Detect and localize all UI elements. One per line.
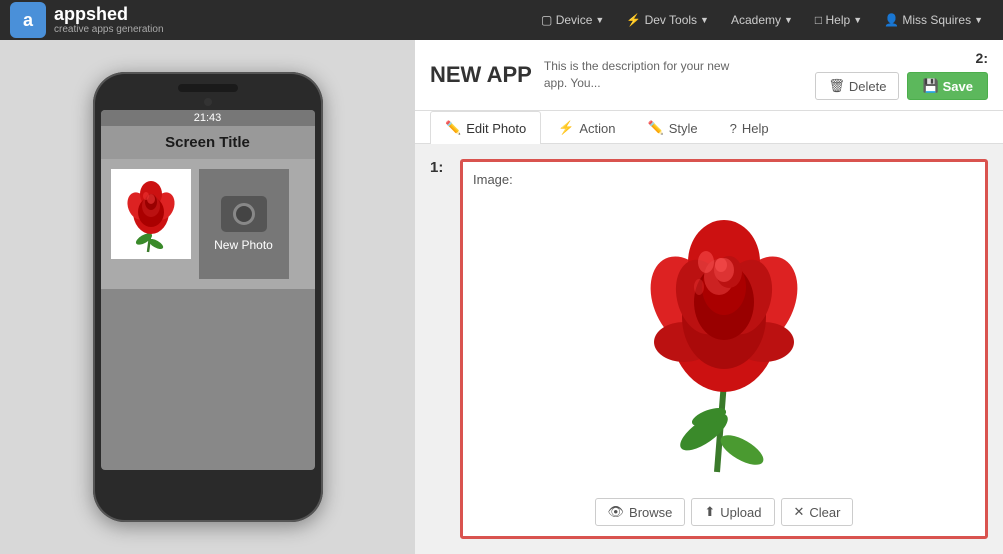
camera-icon <box>221 196 267 232</box>
phone-camera <box>204 98 212 106</box>
tab-action-label: Action <box>579 121 615 136</box>
action-buttons: 🗑 Delete 💾 Save <box>815 72 988 100</box>
tab-help[interactable]: ? Help <box>715 111 784 144</box>
step1-label: 1: <box>430 159 450 539</box>
logo-tagline: creative apps generation <box>54 24 164 35</box>
logo-name: appshed <box>54 5 164 25</box>
phone-speaker <box>178 84 238 92</box>
phone-screen: 21:43 Screen Title <box>101 110 315 470</box>
nav-user[interactable]: 👤 Miss Squires ▼ <box>874 7 993 33</box>
image-panel: Image: <box>460 159 988 539</box>
new-photo-label: New Photo <box>214 238 273 252</box>
tab-action[interactable]: ⚡ Action <box>543 111 630 144</box>
phone-content: New Photo <box>101 159 315 289</box>
app-title: NEW APP <box>430 62 532 88</box>
logo-text: appshed creative apps generation <box>54 5 164 36</box>
upload-button[interactable]: ⬆ Upload <box>691 498 774 526</box>
phone-status-bar: 21:43 <box>101 110 315 126</box>
trash-icon: 🗑 <box>828 78 845 94</box>
logo-icon: a <box>10 2 46 38</box>
step2-label: 2: <box>976 50 988 66</box>
help-caret: ▼ <box>853 15 862 25</box>
tab-edit-photo[interactable]: ✏️ Edit Photo <box>430 111 541 144</box>
style-icon: ✏️ <box>648 120 664 136</box>
tabs-bar: ✏️ Edit Photo ⚡ Action ✏️ Style ? Help <box>415 111 1003 144</box>
navbar: a appshed creative apps generation ▢ Dev… <box>0 0 1003 40</box>
app-header: NEW APP This is the description for your… <box>415 40 1003 111</box>
help-icon: ? <box>730 121 737 136</box>
rose-image-svg <box>624 202 824 482</box>
browse-button[interactable]: 👁 Browse <box>595 498 686 526</box>
delete-button[interactable]: 🗑 Delete <box>815 72 899 100</box>
user-caret: ▼ <box>974 15 983 25</box>
right-panel: NEW APP This is the description for your… <box>415 40 1003 554</box>
save-icon: 💾 <box>922 78 938 94</box>
edit-photo-content: 1: Image: <box>415 144 1003 554</box>
nav-academy[interactable]: Academy ▼ <box>721 7 803 33</box>
main-area: 21:43 Screen Title <box>0 40 1003 554</box>
eye-icon: 👁 <box>608 504 625 520</box>
upload-icon: ⬆ <box>704 504 715 520</box>
nav-help[interactable]: □ Help ▼ <box>805 7 872 33</box>
save-button[interactable]: 💾 Save <box>907 72 988 100</box>
image-display <box>473 195 975 488</box>
logo-area: a appshed creative apps generation <box>10 2 164 38</box>
phone-section: 21:43 Screen Title <box>0 40 415 554</box>
devtools-caret: ▼ <box>700 15 709 25</box>
tab-help-label: Help <box>742 121 769 136</box>
clear-button[interactable]: ✕ Clear <box>781 498 854 526</box>
camera-lens <box>233 203 255 225</box>
rose-mini-svg <box>116 174 186 254</box>
app-description: This is the description for your new app… <box>544 58 744 92</box>
phone-time: 21:43 <box>194 112 222 124</box>
nav-items: ▢ Device ▼ ⚡ Dev Tools ▼ Academy ▼ □ Hel… <box>531 7 993 33</box>
logo-letter: a <box>23 10 33 31</box>
edit-photo-icon: ✏️ <box>445 120 461 136</box>
phone-new-photo: New Photo <box>199 169 289 279</box>
phone-rose-image <box>111 169 191 259</box>
tab-style-label: Style <box>669 121 698 136</box>
image-label: Image: <box>473 172 975 187</box>
action-icon: ⚡ <box>558 120 574 136</box>
academy-caret: ▼ <box>784 15 793 25</box>
tab-edit-photo-label: Edit Photo <box>466 121 526 136</box>
image-actions: 👁 Browse ⬆ Upload ✕ Clear <box>473 488 975 526</box>
nav-devtools[interactable]: ⚡ Dev Tools ▼ <box>616 7 719 33</box>
device-caret: ▼ <box>595 15 604 25</box>
times-icon: ✕ <box>794 504 805 520</box>
phone-frame: 21:43 Screen Title <box>93 72 323 522</box>
phone-screen-title: Screen Title <box>101 126 315 159</box>
tab-style[interactable]: ✏️ Style <box>633 111 713 144</box>
nav-device[interactable]: ▢ Device ▼ <box>531 7 614 33</box>
header-actions: 2: 🗑 Delete 💾 Save <box>815 50 988 100</box>
